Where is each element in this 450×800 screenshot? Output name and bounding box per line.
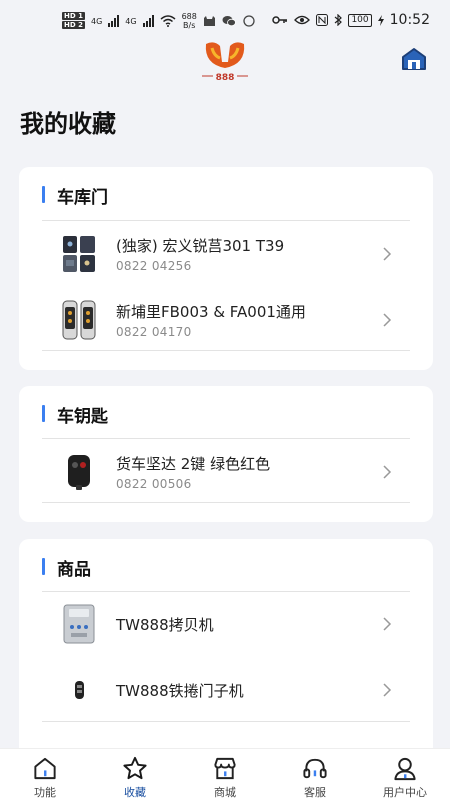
wifi-icon <box>160 15 176 27</box>
cat-icon <box>203 16 215 26</box>
favorite-item[interactable]: TW888拷贝机 <box>19 591 433 657</box>
section-header: 商品 <box>19 539 433 593</box>
divider <box>42 721 410 722</box>
logo-text: 888 <box>216 73 235 82</box>
section-title: 商品 <box>57 560 91 580</box>
eye-icon <box>294 15 311 25</box>
sim1-label: HD 1 <box>62 12 85 20</box>
tab-functions[interactable]: 功能 <box>0 749 90 800</box>
favorite-item[interactable]: 新埔里FB003 & FA001通用 0822 04170 <box>19 287 433 353</box>
nfc-icon <box>316 14 329 26</box>
bluetooth-icon <box>335 14 343 26</box>
net-type-2: 4G <box>125 16 137 26</box>
item-name: 货车坚达 2键 绿色红色 <box>116 455 271 473</box>
chevron-right-icon <box>383 683 392 697</box>
home-icon <box>402 48 426 70</box>
home-icon <box>34 757 56 780</box>
wechat-icon <box>222 16 236 27</box>
tab-label: 用户中心 <box>383 786 427 799</box>
chevron-right-icon <box>383 617 392 631</box>
star-icon <box>123 756 147 780</box>
net-type-1: 4G <box>90 16 103 26</box>
item-name: TW888拷贝机 <box>116 616 214 634</box>
divider <box>42 350 410 351</box>
item-name: 新埔里FB003 & FA001通用 <box>116 303 306 321</box>
item-thumbnail <box>61 451 97 493</box>
divider <box>42 502 410 503</box>
status-bar-right: 100 10:52 <box>272 12 430 28</box>
chevron-right-icon <box>383 247 392 261</box>
tab-favorites[interactable]: 收藏 <box>90 749 180 800</box>
clock: 10:52 <box>389 12 430 28</box>
tab-shop[interactable]: 商城 <box>180 749 270 800</box>
section-title: 车钥匙 <box>57 407 108 427</box>
item-code: 0822 04170 <box>116 325 192 339</box>
section-header: 车钥匙 <box>19 386 433 440</box>
tab-label: 商城 <box>214 786 236 799</box>
status-bar-left: HD 1 HD 2 4G 4G 688 B/s <box>62 12 256 30</box>
item-thumbnail <box>61 299 97 341</box>
item-code: 0822 04256 <box>116 259 192 273</box>
app-logo: 888 <box>200 36 250 83</box>
battery-indicator: 100 <box>348 13 372 27</box>
cloud-icon <box>243 15 255 27</box>
item-code: 0822 00506 <box>116 477 192 491</box>
tab-label: 收藏 <box>124 786 146 799</box>
section-card-garage: 车库门 (独家) 宏义锐莒301 T39 0822 04256 新埔里FB003… <box>19 167 433 370</box>
section-title: 车库门 <box>57 188 108 208</box>
headset-icon <box>303 758 327 779</box>
favorite-item[interactable]: TW888铁捲门子机 <box>19 657 433 723</box>
section-header: 车库门 <box>19 167 433 221</box>
section-card-products: 商品 TW888拷贝机 TW888铁捲门子机 <box>19 539 433 759</box>
sim2-label: HD 2 <box>62 21 85 29</box>
user-icon <box>394 757 416 781</box>
favorite-item[interactable]: (独家) 宏义锐莒301 T39 0822 04256 <box>19 221 433 287</box>
signal-icon <box>108 15 120 27</box>
tab-label: 客服 <box>304 786 326 799</box>
bottom-tab-bar: 功能 收藏 商城 客服 用户中心 <box>0 748 450 800</box>
home-shortcut-button[interactable] <box>400 46 428 72</box>
tab-label: 功能 <box>34 786 56 799</box>
item-name: (独家) 宏义锐莒301 T39 <box>116 237 285 255</box>
favorite-item[interactable]: 货车坚达 2键 绿色红色 0822 00506 <box>19 439 433 505</box>
signal-icon-2 <box>142 15 154 27</box>
tab-customer-service[interactable]: 客服 <box>270 749 360 800</box>
speed-unit: B/s <box>183 21 196 30</box>
network-speed: 688 B/s <box>182 12 197 30</box>
item-name: TW888铁捲门子机 <box>116 682 244 700</box>
chevron-right-icon <box>383 465 392 479</box>
key-icon <box>272 16 288 24</box>
item-thumbnail <box>61 669 97 711</box>
section-accent-bar <box>42 405 45 422</box>
chevron-right-icon <box>383 313 392 327</box>
item-thumbnail <box>61 603 97 645</box>
sim-indicator: HD 1 HD 2 <box>62 12 85 30</box>
section-accent-bar <box>42 186 45 203</box>
section-card-car-key: 车钥匙 货车坚达 2键 绿色红色 0822 00506 <box>19 386 433 522</box>
tab-user-center[interactable]: 用户中心 <box>360 749 450 800</box>
shop-icon <box>214 757 236 780</box>
page-title: 我的收藏 <box>20 110 116 138</box>
item-thumbnail <box>61 233 97 275</box>
speed-value: 688 <box>181 12 197 21</box>
charging-icon <box>377 14 384 26</box>
section-accent-bar <box>42 558 45 575</box>
